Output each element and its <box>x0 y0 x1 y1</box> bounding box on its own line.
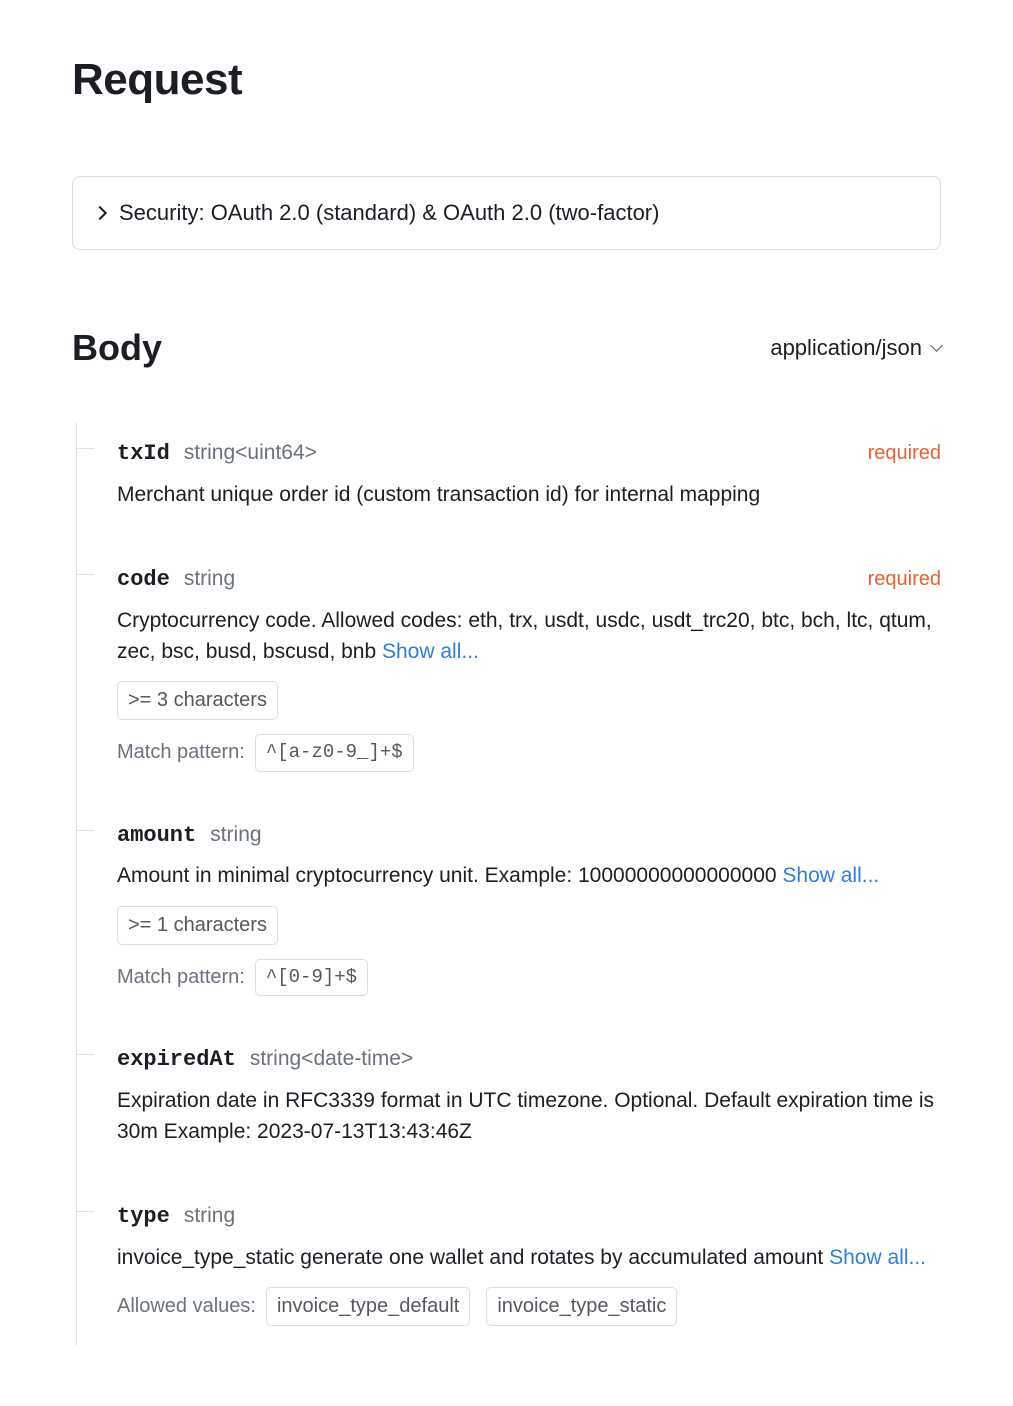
param-header: type string <box>117 1201 941 1233</box>
security-disclosure[interactable]: Security: OAuth 2.0 (standard) & OAuth 2… <box>72 176 941 250</box>
tree-connector-icon <box>76 574 94 575</box>
param-name: amount <box>117 820 196 852</box>
allowed-value-badge: invoice_type_default <box>266 1287 470 1326</box>
body-params: txId string<uint64> required Merchant un… <box>76 422 941 1347</box>
param-name: txId <box>117 438 170 470</box>
param-txId: txId string<uint64> required Merchant un… <box>77 422 941 536</box>
tree-connector-icon <box>76 1211 94 1212</box>
content-type-value: application/json <box>770 332 922 364</box>
param-type: string <box>184 1201 235 1231</box>
required-badge: required <box>868 439 941 468</box>
content-type-selector[interactable]: application/json <box>770 332 941 364</box>
chevron-right-icon <box>93 206 107 220</box>
pattern-row: Match pattern: ^[a-z0-9_]+$ <box>117 730 941 776</box>
show-all-link[interactable]: Show all... <box>829 1246 926 1269</box>
body-title: Body <box>72 322 162 374</box>
pattern-badge: ^[0-9]+$ <box>255 959 368 997</box>
min-length-badge: >= 1 characters <box>117 906 278 945</box>
param-type: string <box>184 564 235 594</box>
body-header: Body application/json <box>72 322 941 374</box>
show-all-link[interactable]: Show all... <box>382 640 479 663</box>
param-type: string<uint64> <box>184 438 317 468</box>
param-type: string<date-time> <box>250 1044 413 1074</box>
pattern-row: Match pattern: ^[0-9]+$ <box>117 955 941 1001</box>
allowed-values-label: Allowed values: <box>117 1292 256 1321</box>
pattern-badge: ^[a-z0-9_]+$ <box>255 734 414 772</box>
match-pattern-label: Match pattern: <box>117 738 245 767</box>
min-length-badge: >= 3 characters <box>117 681 278 720</box>
page-title: Request <box>72 48 941 112</box>
param-code: code string required Cryptocurrency code… <box>77 548 941 791</box>
param-header: expiredAt string<date-time> <box>117 1044 941 1076</box>
param-name: expiredAt <box>117 1044 236 1076</box>
tree-connector-icon <box>76 830 94 831</box>
param-name: type <box>117 1201 170 1233</box>
param-description: Merchant unique order id (custom transac… <box>117 480 941 510</box>
tree-connector-icon <box>76 1054 94 1055</box>
chevron-down-icon <box>930 339 943 352</box>
param-header: txId string<uint64> required <box>117 438 941 470</box>
allowed-value-badge: invoice_type_static <box>486 1287 677 1326</box>
param-type: string <box>210 820 261 850</box>
api-request-doc: Request Security: OAuth 2.0 (standard) &… <box>0 0 1013 1406</box>
required-badge: required <box>868 565 941 594</box>
param-description: Expiration date in RFC3339 format in UTC… <box>117 1086 941 1147</box>
param-expiredAt: expiredAt string<date-time> Expiration d… <box>77 1028 941 1173</box>
param-description: Amount in minimal cryptocurrency unit. E… <box>117 861 941 891</box>
param-description: invoice_type_static generate one wallet … <box>117 1243 941 1273</box>
tree-connector-icon <box>76 448 94 449</box>
allowed-values-row: Allowed values: invoice_type_default inv… <box>117 1283 941 1330</box>
param-name: code <box>117 564 170 596</box>
param-description: Cryptocurrency code. Allowed codes: eth,… <box>117 606 941 667</box>
match-pattern-label: Match pattern: <box>117 963 245 992</box>
show-all-link[interactable]: Show all... <box>782 864 879 887</box>
param-header: amount string <box>117 820 941 852</box>
param-header: code string required <box>117 564 941 596</box>
param-type: type string invoice_type_static generate… <box>77 1185 941 1346</box>
security-label: Security: OAuth 2.0 (standard) & OAuth 2… <box>119 197 659 229</box>
param-amount: amount string Amount in minimal cryptocu… <box>77 804 941 1017</box>
